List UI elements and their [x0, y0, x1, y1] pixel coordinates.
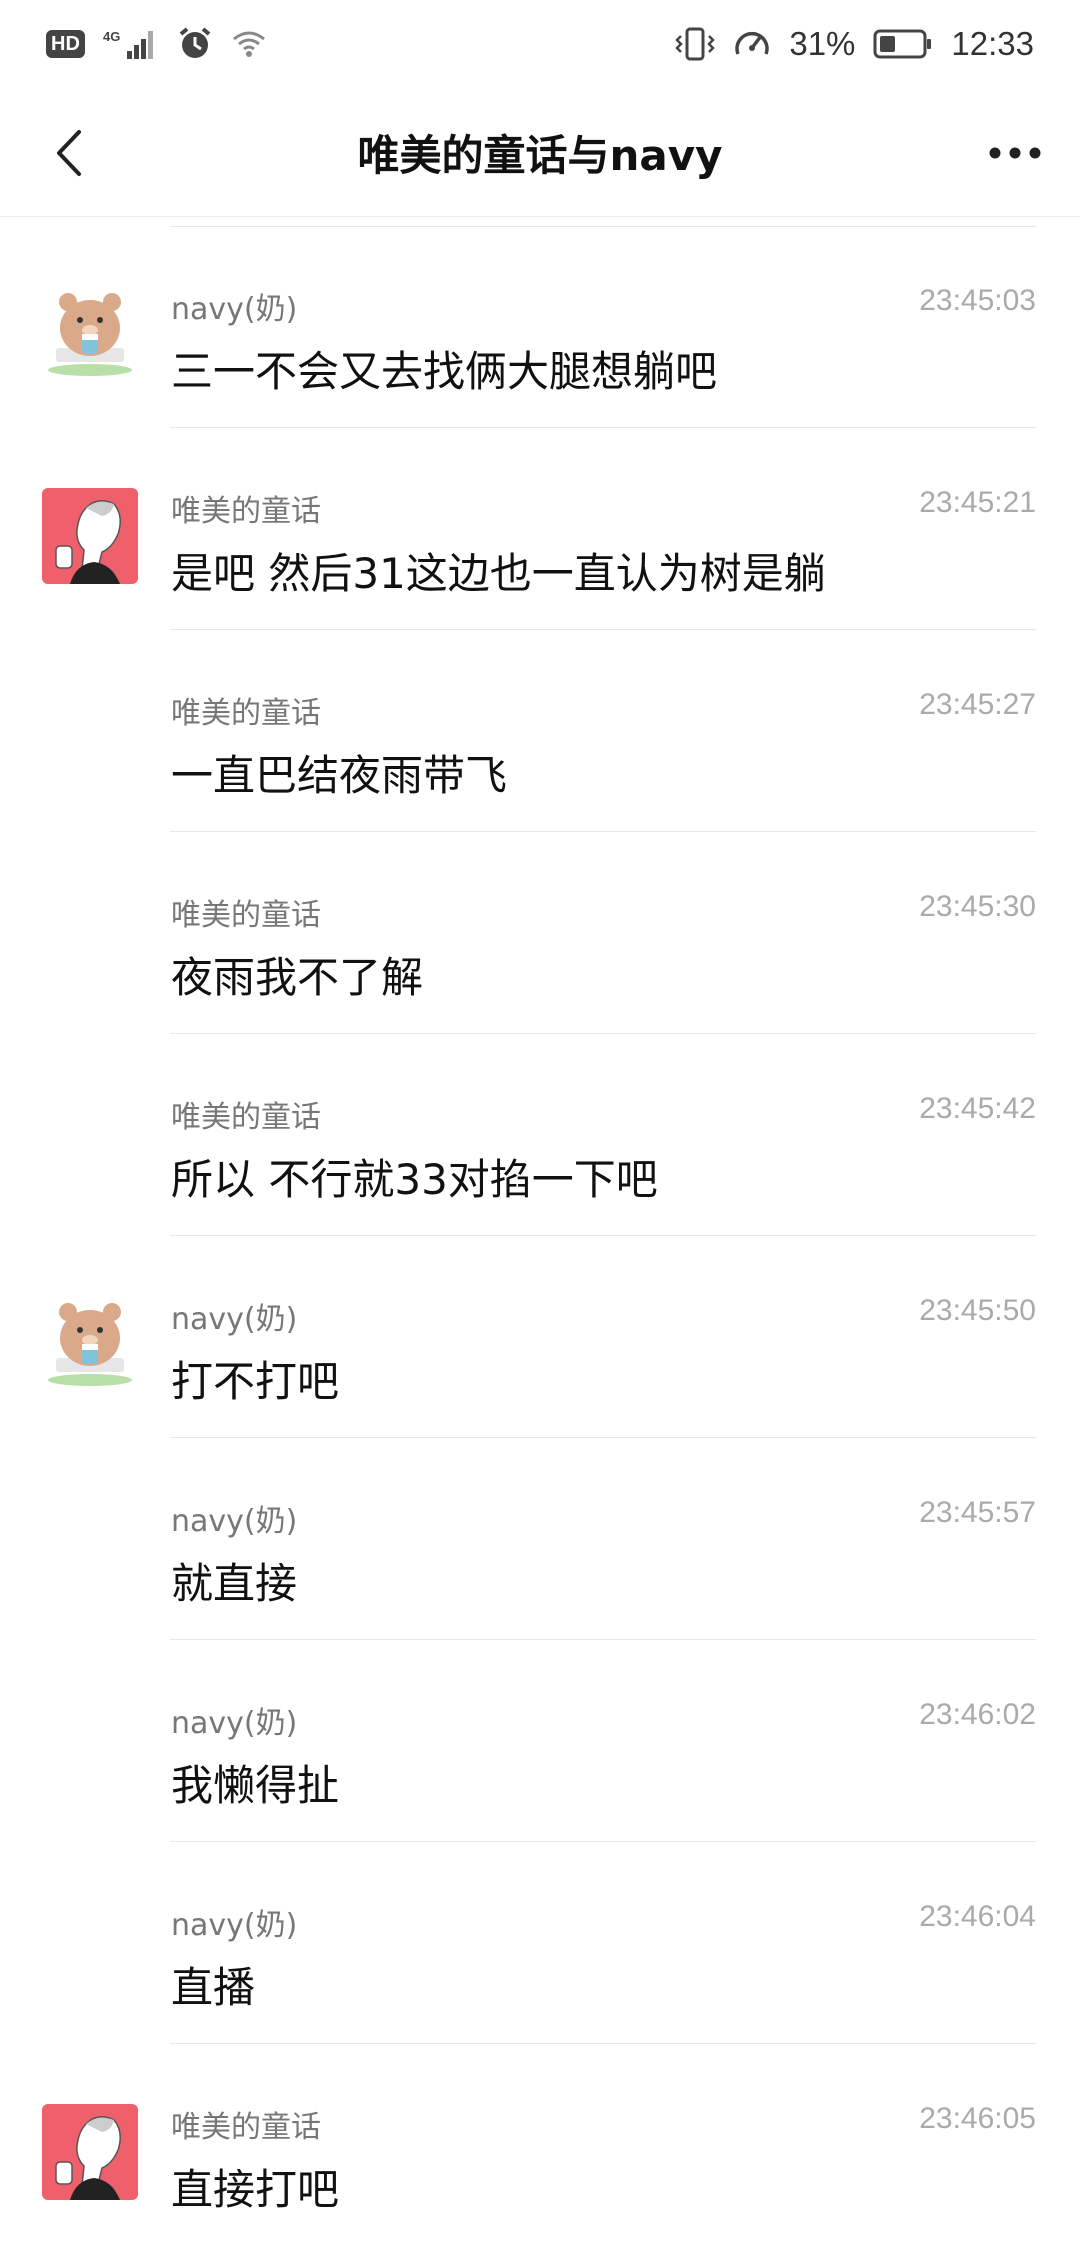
list-item[interactable]: navy(奶) 23:45:50 打不打吧	[0, 1236, 1080, 1438]
message-time: 23:45:21	[919, 486, 1036, 519]
message-text: 直接打吧	[171, 2165, 340, 2214]
alarm-icon	[177, 26, 213, 62]
more-dots-icon	[988, 146, 1042, 160]
page-title: 唯美的童话与navy	[357, 130, 723, 180]
message-time: 23:46:02	[919, 1698, 1036, 1731]
status-right: 31% 12:33	[675, 25, 1034, 63]
hd-badge: HD	[46, 30, 85, 58]
network-label: 4G	[103, 29, 120, 44]
sender-name: navy(奶)	[171, 292, 298, 327]
wifi-icon	[231, 29, 267, 59]
sender-name: 唯美的童话	[171, 2110, 321, 2145]
message-text: 所以 不行就33对掐一下吧	[171, 1155, 658, 1204]
list-item[interactable]: 唯美的童话 23:45:30 夜雨我不了解	[0, 832, 1080, 1034]
battery-percent: 31%	[789, 25, 856, 62]
message-time: 23:46:05	[919, 2102, 1036, 2135]
sender-name: 唯美的童话	[171, 898, 321, 933]
message-text: 打不打吧	[171, 1357, 340, 1406]
list-item[interactable]: navy(奶) 23:46:04 直播	[0, 1842, 1080, 2044]
title-bar: 唯美的童话与navy	[0, 88, 1080, 217]
sender-name: navy(奶)	[171, 1908, 298, 1943]
message-time: 23:45:27	[919, 688, 1036, 721]
sender-name: navy(奶)	[171, 1302, 298, 1337]
avatar[interactable]	[42, 2104, 138, 2200]
sender-name: navy(奶)	[171, 1706, 298, 1741]
avatar[interactable]	[42, 286, 138, 382]
clock-time: 12:33	[951, 25, 1034, 62]
status-left: HD 4G	[46, 26, 267, 62]
sender-name: navy(奶)	[171, 1504, 298, 1539]
list-item[interactable]: 唯美的童话 23:45:27 一直巴结夜雨带飞	[0, 630, 1080, 832]
message-time: 23:46:04	[919, 1900, 1036, 1933]
back-button[interactable]	[34, 118, 104, 188]
bear-avatar-icon	[42, 286, 138, 382]
sender-name: 唯美的童话	[171, 696, 321, 731]
message-text: 就直接	[171, 1559, 298, 1608]
message-text: 直播	[171, 1963, 256, 2012]
more-options-button[interactable]	[980, 118, 1050, 188]
message-time: 23:45:50	[919, 1294, 1036, 1327]
chevron-left-icon	[51, 128, 87, 178]
girl-avatar-icon	[42, 488, 138, 584]
sender-name: 唯美的童话	[171, 494, 321, 529]
list-item[interactable]: 唯美的童话 23:46:05 直接打吧	[0, 2044, 1080, 2246]
message-time: 23:45:42	[919, 1092, 1036, 1125]
message-text: 夜雨我不了解	[171, 953, 424, 1002]
message-text: 三一不会又去找俩大腿想躺吧	[171, 347, 718, 396]
sender-name: 唯美的童话	[171, 1100, 321, 1135]
speedometer-icon	[733, 26, 771, 62]
list-item[interactable]: navy(奶) 23:46:02 我懒得扯	[0, 1640, 1080, 1842]
message-text: 是吧 然后31这边也一直认为树是躺	[171, 549, 826, 598]
bear-avatar-icon	[42, 1296, 138, 1392]
status-bar: HD 4G 31% 12:33	[0, 0, 1080, 88]
message-time: 23:45:57	[919, 1496, 1036, 1529]
battery-icon	[873, 28, 933, 60]
girl-avatar-icon	[42, 2104, 138, 2200]
list-item[interactable]: 唯美的童话 23:45:21 是吧 然后31这边也一直认为树是躺	[0, 428, 1080, 630]
avatar[interactable]	[42, 1296, 138, 1392]
list-item[interactable]: 唯美的童话 23:45:42 所以 不行就33对掐一下吧	[0, 1034, 1080, 1236]
message-time: 23:45:30	[919, 890, 1036, 923]
signal-icon: 4G	[103, 27, 159, 61]
list-item[interactable]: navy(奶) 23:45:57 就直接	[0, 1438, 1080, 1640]
message-text: 一直巴结夜雨带飞	[171, 751, 508, 800]
message-text: 我懒得扯	[171, 1761, 340, 1810]
vibrate-icon	[675, 26, 716, 62]
message-time: 23:45:03	[919, 284, 1036, 317]
avatar[interactable]	[42, 488, 138, 584]
list-item[interactable]: navy(奶) 23:45:03 三一不会又去找俩大腿想躺吧	[0, 226, 1080, 428]
